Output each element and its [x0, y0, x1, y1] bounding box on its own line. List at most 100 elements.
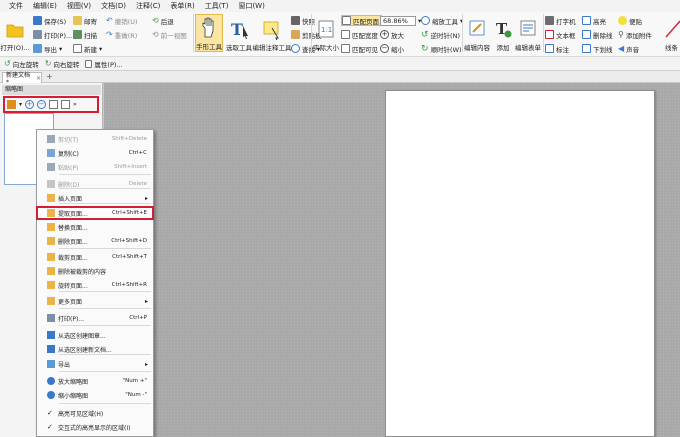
new-button[interactable]: 新建 ▾ — [73, 43, 102, 54]
fit-visible-button[interactable]: 匹配可见 — [341, 43, 378, 54]
attach-file-button[interactable]: ⚲ 添加附件 — [618, 29, 652, 40]
strikeout-button[interactable]: 删除线 — [582, 29, 613, 40]
context-menu-item[interactable]: 删除(D) Delete — [37, 178, 153, 190]
menu-form[interactable]: 表单(R) — [165, 0, 199, 12]
context-menu-item[interactable]: 插入页面 ▸ — [37, 192, 153, 204]
export-button[interactable]: 导出 ▾ — [33, 43, 62, 54]
context-menu-item-shortcut: Delete — [128, 181, 147, 187]
chevron-down-icon[interactable]: ▾ — [19, 101, 22, 108]
fit-width-button[interactable]: 匹配宽度 — [341, 29, 378, 40]
edit-form-button[interactable]: 编辑表单 — [514, 14, 542, 52]
submenu-arrow-icon: ▸ — [144, 297, 148, 305]
fit-page-button[interactable]: 匹配页面 — [341, 15, 382, 26]
context-menu-item-shortcut: Ctrl+Shift+E — [112, 210, 147, 216]
menu-item-icon — [47, 135, 55, 143]
context-menu-item-label: 提取页面... — [58, 210, 88, 218]
typewriter-button[interactable]: 打字机 — [545, 15, 576, 26]
context-menu-item-label: 交互式的高亮显示的区域(I) — [58, 424, 131, 432]
context-menu-item[interactable]: 从选区创建新文档... — [37, 343, 153, 355]
context-menu-item[interactable]: 粘贴(P) Shift+Insert — [37, 161, 153, 173]
menu-document[interactable]: 文档(D) — [96, 0, 131, 12]
callout-button[interactable]: 标注 — [545, 43, 569, 54]
submenu-arrow-icon: ▸ — [144, 360, 148, 368]
undo-button[interactable]: ↶ 撤销(U) — [106, 15, 138, 26]
menu-edit[interactable]: 编辑(E) — [28, 0, 62, 12]
rotate-cw-button[interactable]: ↻ 顺时针(W) — [421, 43, 462, 54]
redo-button[interactable]: ↷ 重做(R) — [106, 29, 137, 40]
rotate-ccw-button[interactable]: ↺ 逆时针(N) — [421, 29, 460, 40]
zoom-out-button[interactable]: − 缩小 — [380, 43, 404, 54]
context-menu-item[interactable]: 删除被裁剪的内容 — [37, 265, 153, 277]
properties-button[interactable]: 属性(P)... — [85, 59, 123, 69]
zoom-tool-button[interactable]: 缩放工具 ▾ — [421, 15, 463, 26]
select-tool-button[interactable]: T 选取工具 — [226, 14, 252, 52]
rotate-right-button[interactable]: ↻ 向右旋转 — [45, 59, 80, 69]
context-menu-item[interactable]: ✓ 高亮可见区域(H) — [37, 407, 153, 419]
hand-tool-button[interactable]: 手形工具 — [195, 14, 223, 52]
thumbnail-panel-title: 缩略图 — [2, 85, 101, 95]
sound-button[interactable]: ◀ 声音 — [618, 43, 639, 54]
open-button[interactable]: 打开(O)... — [0, 14, 30, 52]
line-button[interactable]: 线条 — [663, 14, 680, 52]
email-button[interactable]: 邮寄 — [73, 15, 97, 26]
rotate-left-button[interactable]: ↺ 向左旋转 — [4, 59, 39, 69]
context-menu-item[interactable]: 剪切(T) Shift+Delete — [37, 133, 153, 145]
more-icon[interactable]: » — [73, 101, 77, 108]
context-menu-item[interactable]: 导出 ▸ — [37, 358, 153, 370]
context-menu-item[interactable]: ✓ 交互式的高亮显示的区域(I) — [37, 421, 153, 433]
undo-icon: ↶ — [106, 16, 113, 25]
checkmark-icon: ✓ — [47, 423, 53, 431]
highlight-button[interactable]: 高亮 — [582, 15, 606, 26]
underline-button[interactable]: 下划线 — [582, 43, 613, 54]
rotate-page-right-icon[interactable] — [61, 100, 71, 109]
context-menu-item-label: 插入页面 — [58, 195, 83, 203]
rotate-left-icon: ↺ — [4, 59, 11, 68]
zoom-level-select[interactable]: 68.86% — [380, 16, 416, 26]
save-button[interactable]: 保存(S) — [33, 15, 66, 26]
menu-item-icon — [47, 149, 55, 157]
tab-new-document[interactable]: 新建文档 * × — [2, 72, 42, 86]
edit-annotation-tool-button[interactable]: 编辑注释工具 — [253, 14, 292, 52]
actual-size-button[interactable]: 1:1 实际大小 — [313, 14, 339, 52]
chevron-down-icon: ▾ — [99, 44, 103, 53]
menu-tools[interactable]: 工具(T) — [200, 0, 234, 12]
context-menu-item[interactable]: 打印(P)... Ctrl+P — [37, 312, 153, 324]
text-box-icon — [545, 30, 554, 39]
menu-file[interactable]: 文件 — [4, 0, 28, 12]
print-button[interactable]: 打印(P)... — [33, 29, 72, 40]
page-options-icon[interactable] — [7, 100, 16, 109]
prev-view-button[interactable]: ⟲ 前一视图 — [152, 29, 187, 40]
back-button[interactable]: ⟲ 后退 — [152, 15, 174, 26]
menu-item-icon — [47, 297, 55, 305]
context-menu-item[interactable]: 替换页面... — [37, 221, 153, 233]
checkmark-icon: ✓ — [47, 409, 53, 417]
context-menu-item[interactable]: 从选区创建图章... — [37, 329, 153, 341]
menu-item-icon — [47, 194, 55, 202]
new-tab-button[interactable]: + — [46, 73, 53, 81]
menu-window[interactable]: 窗口(W) — [233, 0, 269, 12]
rotate-page-left-icon[interactable] — [49, 100, 59, 109]
zoom-in-button[interactable]: + 放大 — [380, 29, 404, 40]
context-menu-item[interactable]: 更多页面 ▸ — [37, 295, 153, 307]
sticky-note-button[interactable]: 便贴 — [618, 15, 642, 26]
printer-icon — [33, 30, 42, 39]
context-menu-item[interactable]: 旋转页面... Ctrl+Shift+R — [37, 279, 153, 291]
edit-content-button[interactable]: 编辑内容 — [463, 14, 491, 52]
scan-button[interactable]: 扫描 — [73, 29, 97, 40]
zoom-out-thumbnail-icon[interactable]: − — [37, 100, 47, 109]
text-box-button[interactable]: 文本框 — [545, 29, 576, 40]
edit-content-icon — [469, 20, 485, 36]
context-menu-item[interactable]: 裁剪页面... Ctrl+Shift+T — [37, 251, 153, 263]
save-icon — [33, 16, 42, 25]
zoom-in-thumbnail-icon[interactable]: + — [25, 100, 35, 109]
menu-comment[interactable]: 注释(C) — [131, 0, 165, 12]
add-button[interactable]: T 添加 — [493, 14, 513, 52]
close-icon[interactable]: × — [36, 75, 41, 82]
menu-view[interactable]: 视图(V) — [62, 0, 96, 12]
context-menu-item[interactable]: 删除页面... Ctrl+Shift+D — [37, 235, 153, 247]
context-menu-item[interactable]: 复制(C) Ctrl+C — [37, 147, 153, 159]
context-menu-item-label: 删除(D) — [58, 181, 80, 189]
context-menu-item[interactable]: 提取页面... Ctrl+Shift+E — [36, 206, 154, 220]
context-menu-item[interactable]: 缩小缩略图 "Num -" — [37, 389, 153, 401]
context-menu-item[interactable]: 放大缩略图 "Num +" — [37, 375, 153, 387]
